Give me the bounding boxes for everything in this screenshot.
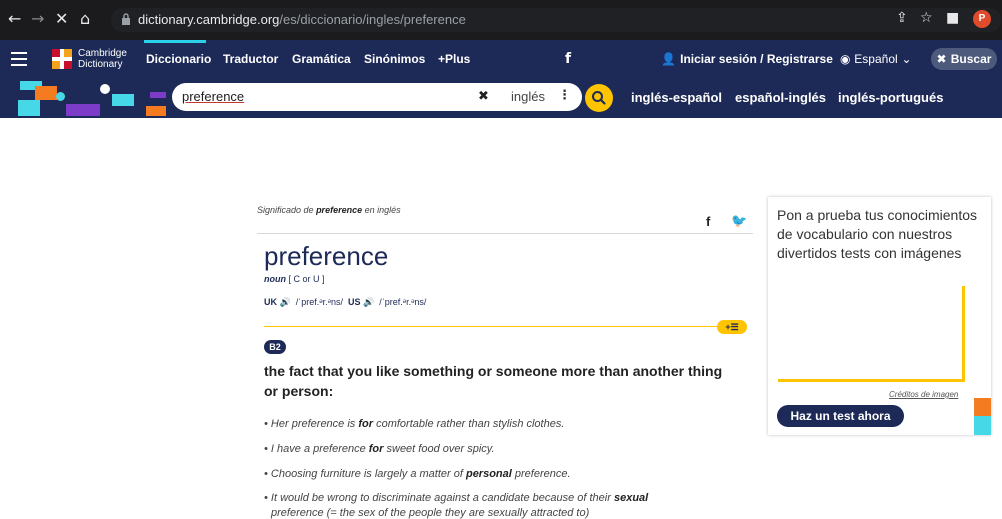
dict-link-ingles-espanol[interactable]: inglés-español: [631, 90, 722, 105]
add-to-wordlist-button[interactable]: +☰: [717, 320, 747, 334]
dict-link-espanol-ingles[interactable]: español-inglés: [735, 90, 826, 105]
quiz-image[interactable]: [778, 286, 965, 382]
profile-avatar[interactable]: P: [973, 10, 991, 28]
pronunciation-row: UK 🔊 /ˈpref.ᵊr.ᵊns/ US 🔊 /ˈpref.ᵊr.ᵊns/: [264, 297, 427, 308]
site-navbar: Cambridge Dictionary Diccionario Traduct…: [0, 40, 1002, 104]
entry-meaning-label: Significado de preference en inglés: [257, 205, 401, 215]
more-options-icon[interactable]: ⋮: [558, 88, 571, 103]
lock-icon: [122, 13, 130, 25]
clear-icon[interactable]: ✖: [478, 89, 489, 104]
search-bar-area: preference ✖ inglés ⋮ inglés-español esp…: [0, 78, 1002, 118]
language-selector[interactable]: ◉ Español ⌄: [840, 52, 912, 66]
example-sentence: • It would be wrong to discriminate agai…: [264, 492, 649, 504]
decor-shape: [112, 94, 134, 106]
dict-link-ingles-portugues[interactable]: inglés-portugués: [838, 90, 943, 105]
headword: preference: [264, 241, 389, 271]
nav-link-diccionario[interactable]: Diccionario: [146, 52, 211, 66]
take-quiz-button[interactable]: Haz un test ahora: [777, 405, 904, 427]
cambridge-shield-logo[interactable]: [52, 49, 72, 69]
browser-toolbar: ← → ✕ ⌂ dictionary.cambridge.org/es/dicc…: [0, 0, 1002, 40]
url-text: dictionary.cambridge.org/es/diccionario/…: [138, 12, 466, 27]
speaker-icon[interactable]: 🔊: [363, 298, 374, 308]
example-sentence: • Her preference is for comfortable rath…: [264, 418, 565, 430]
decor-shape: [100, 84, 110, 94]
bookmark-star-icon[interactable]: ☆: [920, 10, 933, 26]
decor-shape: [35, 86, 57, 100]
twitter-share-icon[interactable]: 🐦: [731, 214, 747, 229]
quiz-widget: Pon a prueba tus conocimientos de vocabu…: [768, 197, 991, 435]
search-input[interactable]: preference ✖ inglés ⋮: [172, 83, 582, 111]
facebook-share-icon[interactable]: f: [706, 214, 710, 229]
nav-link-plus[interactable]: +Plus: [438, 52, 470, 66]
dictionary-selector[interactable]: inglés: [511, 89, 545, 104]
nav-link-gramatica[interactable]: Gramática: [292, 52, 351, 66]
example-sentence: • Choosing furniture is largely a matter…: [264, 468, 571, 480]
decor-shape: [66, 104, 100, 116]
search-toggle-button[interactable]: ✖ Buscar: [931, 48, 997, 70]
nav-link-traductor[interactable]: Traductor: [223, 52, 278, 66]
example-sentence: • I have a preference for sweet food ove…: [264, 443, 495, 455]
definition: the fact that you like something or some…: [264, 363, 723, 399]
decor-shape: [150, 92, 166, 98]
decor-shape: [974, 416, 991, 435]
user-icon: 👤: [661, 52, 681, 66]
divider: [257, 233, 753, 234]
image-credits-link[interactable]: Créditos de imagen: [889, 390, 958, 399]
sidepanel-icon[interactable]: ■: [946, 10, 959, 26]
nav-link-sinonimos[interactable]: Sinónimos: [364, 52, 425, 66]
globe-icon: ◉: [840, 52, 855, 66]
decor-shape: [18, 100, 40, 116]
quiz-title: Pon a prueba tus conocimientos de vocabu…: [777, 207, 978, 261]
back-icon[interactable]: ←: [8, 9, 21, 29]
close-icon[interactable]: ✕: [55, 9, 68, 29]
part-of-speech: noun [ C or U ]: [264, 274, 325, 284]
close-icon: ✖: [936, 52, 951, 66]
search-button[interactable]: [585, 84, 613, 112]
divider: [264, 326, 718, 327]
speaker-icon[interactable]: 🔊: [280, 298, 291, 308]
facebook-icon[interactable]: f: [565, 51, 571, 67]
forward-icon[interactable]: →: [31, 9, 44, 29]
share-icon[interactable]: ⇪: [896, 10, 908, 26]
decor-shape: [974, 398, 991, 416]
chevron-down-icon: ⌄: [897, 52, 912, 66]
login-link[interactable]: 👤 Iniciar sesión / Registrarse: [661, 52, 833, 66]
search-icon: [592, 91, 606, 105]
search-input-value[interactable]: preference: [182, 89, 244, 104]
home-icon[interactable]: ⌂: [80, 9, 90, 29]
decor-shape: [56, 92, 65, 101]
example-sentence-continued: preference (= the sex of the people they…: [271, 507, 590, 519]
active-tab-indicator: [144, 40, 206, 43]
decor-shape: [146, 106, 166, 116]
site-logo-text[interactable]: Cambridge Dictionary: [78, 48, 127, 70]
menu-icon[interactable]: [11, 52, 27, 66]
address-bar[interactable]: dictionary.cambridge.org/es/diccionario/…: [111, 8, 1001, 32]
cefr-level-badge: B2: [264, 340, 286, 354]
